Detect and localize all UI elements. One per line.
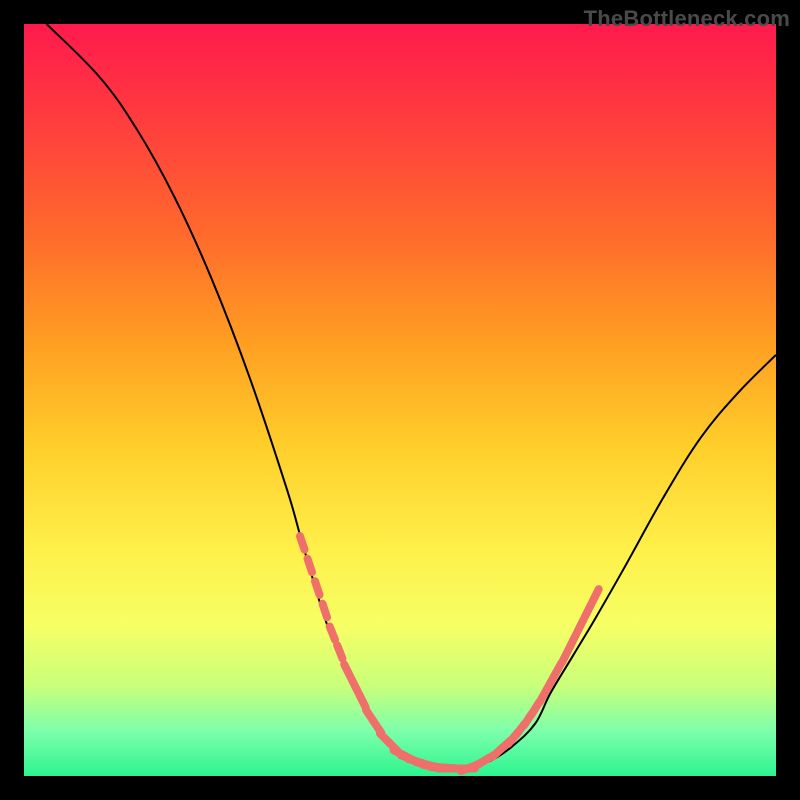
highlight-dot [592,589,598,602]
series-left-descent [47,24,468,769]
highlight-dot [308,559,313,573]
highlight-dot [323,604,328,618]
watermark-text: TheBottleneck.com [584,6,790,32]
highlight-dot [337,645,342,658]
chart-svg [24,24,776,776]
series-right-ascent [468,355,776,769]
highlight-dot [300,536,305,550]
highlight-dot [352,679,358,692]
line-series [47,24,776,769]
highlight-dot [577,619,583,632]
plot-area [24,24,776,776]
highlight-dot [570,634,576,647]
highlight-dot [585,604,591,617]
highlight-dot [330,626,335,639]
chart-frame: TheBottleneck.com [0,0,800,800]
highlight-dots [300,536,599,771]
highlight-dot [562,649,568,662]
highlight-dot [344,664,350,677]
highlight-dot [359,694,365,707]
highlight-dot [315,581,320,595]
